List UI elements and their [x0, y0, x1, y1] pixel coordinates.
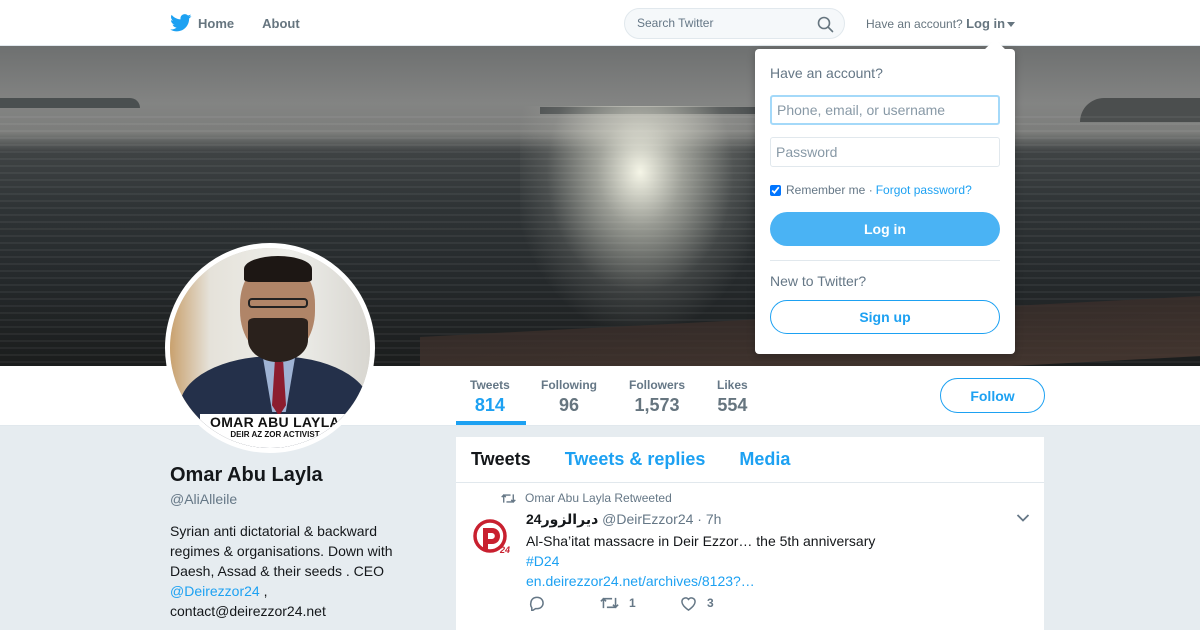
username-field[interactable]: [770, 95, 1000, 125]
signup-button[interactable]: Sign up: [770, 300, 1000, 334]
tweet-time[interactable]: 7h: [706, 511, 722, 527]
nav-about-label: About: [262, 15, 300, 31]
search-box[interactable]: [624, 8, 845, 39]
bio-separator: ,: [259, 583, 268, 599]
banner-sun-reflection: [520, 106, 760, 326]
retweet-count: 1: [629, 596, 636, 610]
remember-separator: ·: [868, 183, 873, 197]
chevron-down-icon[interactable]: [1016, 513, 1030, 523]
stat-following[interactable]: Following 96: [541, 378, 597, 416]
bio-text: Syrian anti dictatorial & backward regim…: [170, 523, 393, 579]
dropdown-title: Have an account?: [770, 65, 883, 81]
active-stat-underline: [456, 421, 526, 425]
login-button[interactable]: Log in: [770, 212, 1000, 246]
tweet-text: Al-Sha’itat massacre in Deir Ezzor… the …: [526, 531, 1006, 591]
profile-bio: Syrian anti dictatorial & backward regim…: [170, 521, 410, 621]
tweet-avatar[interactable]: 24: [471, 515, 513, 557]
avatar-caption-name: OMAR ABU LAYLA: [210, 414, 340, 430]
avatar[interactable]: OMAR ABU LAYLA DEIR AZ ZOR ACTIVIST: [165, 243, 375, 453]
stat-value: 554: [717, 395, 748, 415]
remember-checkbox[interactable]: [770, 184, 781, 196]
remember-label[interactable]: Remember me: [786, 183, 865, 197]
tab-media[interactable]: Media: [739, 449, 790, 470]
search-input[interactable]: [637, 16, 807, 30]
retweet-note[interactable]: Omar Abu Layla Retweeted: [525, 491, 672, 505]
tweet-author-handle[interactable]: @DeirEzzor24: [602, 511, 693, 527]
stat-label: Followers: [629, 378, 686, 392]
new-to-twitter-text: New to Twitter?: [770, 273, 867, 289]
login-toggle-label[interactable]: Log in: [966, 16, 1005, 31]
bio-mention-link[interactable]: @Deirezzor24: [170, 583, 260, 599]
reply-button[interactable]: [528, 595, 600, 611]
caret-down-icon: [1007, 22, 1016, 28]
avatar-caption-title: DEIR AZ ZOR ACTIVIST: [230, 430, 320, 439]
password-field[interactable]: [770, 137, 1000, 167]
banner-shore-left: [0, 98, 140, 108]
avatar-caption: OMAR ABU LAYLA DEIR AZ ZOR ACTIVIST: [200, 414, 350, 448]
timeline-tabs: Tweets Tweets & replies Media: [456, 437, 1044, 483]
d24-logo-icon: 24: [473, 519, 510, 555]
top-navbar: Home About Have an account? Log in: [0, 0, 1200, 46]
tweet-actions: 1 3: [528, 595, 714, 611]
nav-home[interactable]: Home: [170, 14, 234, 32]
stat-label: Following: [541, 378, 597, 392]
search-icon[interactable]: [817, 16, 834, 33]
have-account-text: Have an account?: [866, 17, 963, 31]
profile-name[interactable]: Omar Abu Layla: [170, 464, 323, 487]
retweet-small-icon: [501, 493, 516, 503]
login-dropdown: Have an account? Remember me · Forgot pa…: [755, 39, 1015, 354]
stat-label: Tweets: [470, 378, 510, 392]
stat-tweets[interactable]: Tweets 814: [470, 378, 510, 416]
retweet-button[interactable]: 1: [600, 596, 680, 610]
avatar-beard: [248, 318, 308, 362]
retweet-icon: [600, 597, 619, 609]
heart-icon: [681, 596, 696, 611]
stat-value: 96: [558, 395, 580, 415]
reply-icon: [529, 596, 544, 611]
svg-text:24: 24: [499, 545, 510, 555]
tweet-time-separator: ·: [697, 511, 702, 527]
bio-contact: contact@deirezzor24.net: [170, 603, 326, 619]
stat-value: 1,573: [634, 395, 680, 415]
like-button[interactable]: 3: [680, 596, 714, 611]
stat-label: Likes: [717, 378, 748, 392]
tweet-header: ديرالزور24 @DeirEzzor24 · 7h: [526, 511, 721, 528]
nav-left: Home About: [170, 0, 328, 46]
twitter-bird-icon: [170, 14, 192, 32]
tweet[interactable]: Omar Abu Layla Retweeted 24 ديرالزور24 @…: [456, 483, 1044, 630]
like-count: 3: [707, 596, 714, 610]
remember-row: Remember me · Forgot password?: [770, 183, 972, 197]
dropdown-divider: [770, 260, 1000, 261]
nav-home-label: Home: [198, 15, 235, 31]
follow-button[interactable]: Follow: [940, 378, 1045, 413]
retweet-context: Omar Abu Layla Retweeted: [501, 491, 672, 505]
profile-handle[interactable]: @AliAlleile: [170, 491, 237, 507]
tweet-link[interactable]: en.deirezzor24.net/archives/8123?…: [526, 571, 1006, 591]
tweet-hashtag[interactable]: #D24: [526, 551, 1006, 571]
nav-about[interactable]: About: [262, 16, 300, 31]
login-dropdown-toggle[interactable]: Have an account? Log in: [866, 16, 1016, 31]
stat-value: 814: [474, 395, 505, 415]
tab-tweets[interactable]: Tweets: [471, 449, 531, 470]
forgot-password-link[interactable]: Forgot password?: [876, 183, 972, 197]
tweet-author-name[interactable]: ديرالزور24: [526, 511, 598, 527]
tweet-body: Al-Sha’itat massacre in Deir Ezzor… the …: [526, 533, 876, 549]
tab-tweets-replies[interactable]: Tweets & replies: [565, 449, 706, 470]
stat-followers[interactable]: Followers 1,573: [629, 378, 685, 416]
avatar-glasses: [248, 298, 308, 308]
avatar-hair: [244, 256, 312, 282]
timeline: Tweets Tweets & replies Media Omar Abu L…: [456, 437, 1044, 630]
stat-likes[interactable]: Likes 554: [717, 378, 748, 416]
